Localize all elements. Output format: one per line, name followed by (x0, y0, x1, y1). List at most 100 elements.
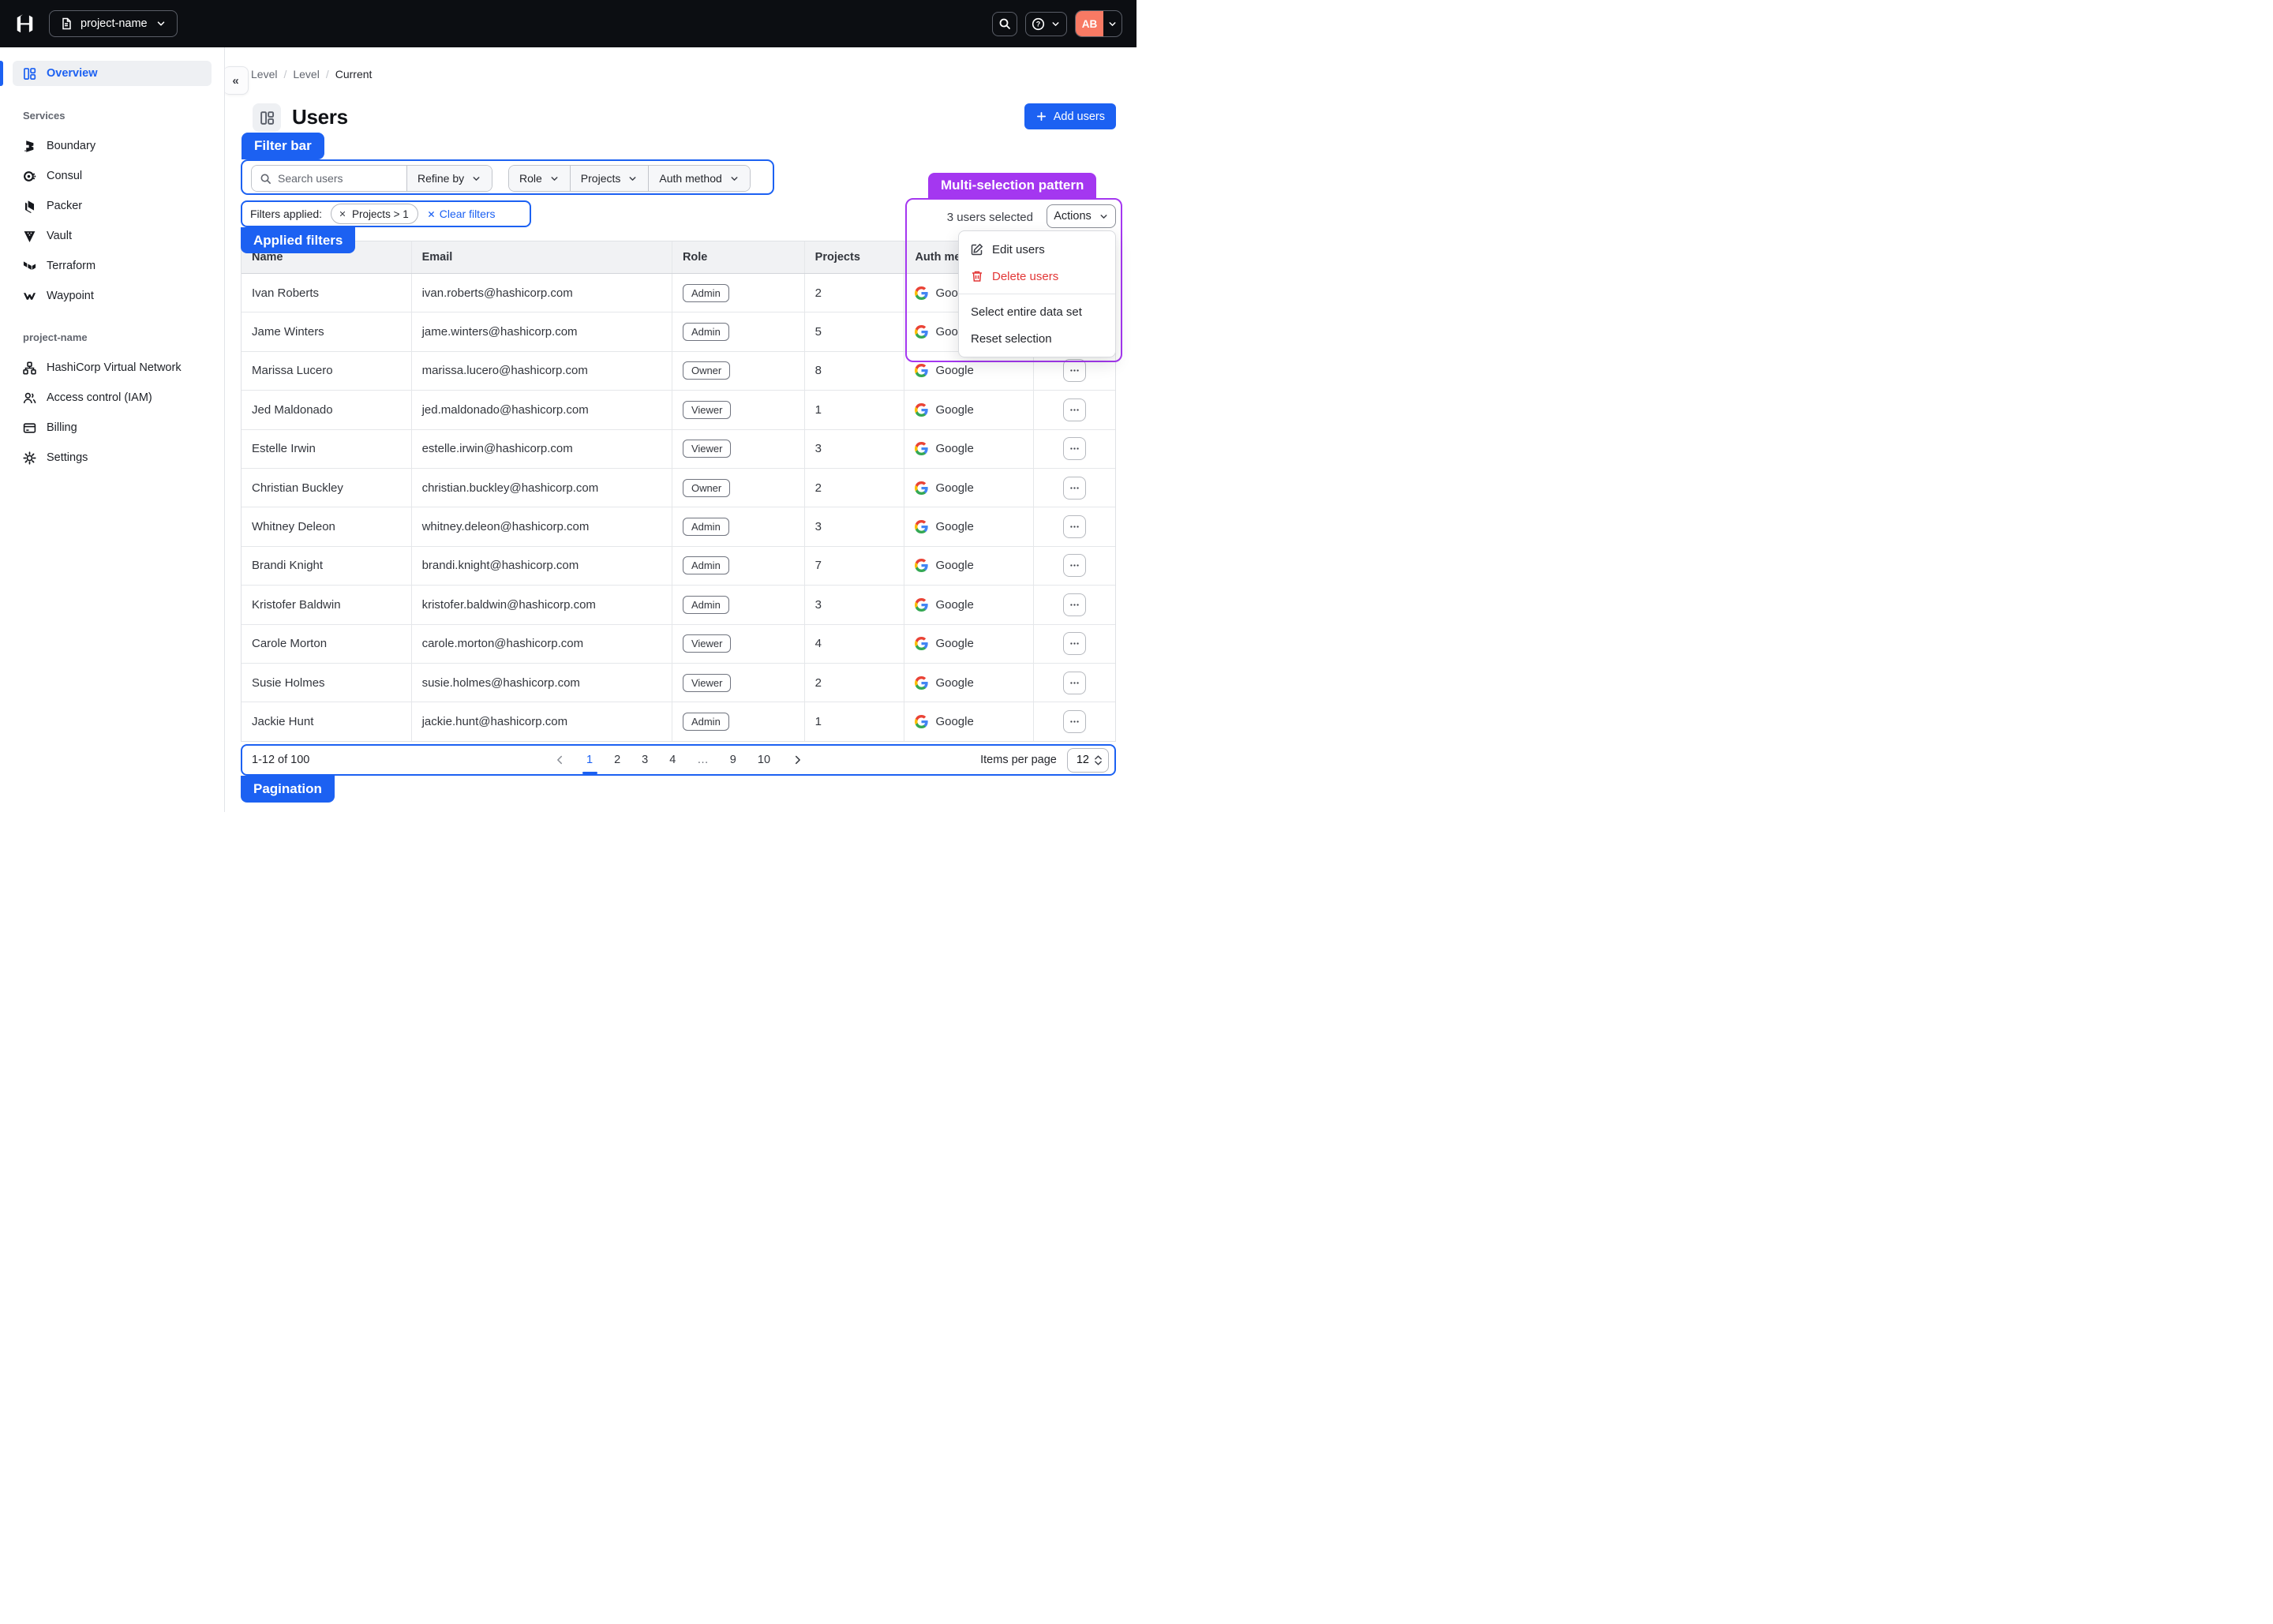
google-icon (915, 481, 928, 495)
ellipsis-icon (1069, 560, 1080, 571)
row-overflow-button[interactable] (1063, 437, 1086, 460)
sidebar-item-hashicorp-virtual-network[interactable]: HashiCorp Virtual Network (13, 353, 212, 383)
page-number-1[interactable]: 1 (586, 754, 593, 766)
sidebar-item-access-control-iam[interactable]: Access control (IAM) (13, 383, 212, 413)
role-badge: Admin (683, 596, 729, 614)
project-selector[interactable]: project-name (49, 10, 178, 37)
projects-count: 2 (805, 274, 905, 312)
auth-method-cell: Google (904, 391, 1034, 428)
items-per-page-stepper[interactable]: 12 (1067, 748, 1109, 773)
role-badge: Viewer (683, 634, 732, 653)
clear-filters-link[interactable]: Clear filters (427, 208, 496, 220)
user-name: Jame Winters (242, 312, 412, 350)
top-nav: project-name ? AB (0, 0, 1136, 47)
row-overflow-button[interactable] (1063, 477, 1086, 500)
next-page-button[interactable] (792, 754, 803, 765)
sidebar-item-billing[interactable]: Billing (13, 413, 212, 443)
auth-method-label: Google (935, 559, 973, 572)
page-number-4[interactable]: 4 (669, 754, 676, 766)
role-badge: Owner (683, 479, 730, 497)
user-email: ivan.roberts@hashicorp.com (412, 274, 672, 312)
filter-chip-projects[interactable]: Projects > 1 (331, 204, 418, 224)
row-actions-cell (1034, 507, 1115, 545)
row-overflow-button[interactable] (1063, 515, 1086, 538)
items-per-page-label: Items per page (980, 754, 1057, 766)
page-number-3[interactable]: 3 (642, 754, 648, 766)
breadcrumb-item[interactable]: Level (251, 68, 277, 80)
active-item-accent (0, 61, 3, 86)
role-cell: Admin (672, 274, 805, 312)
filter-dropdown-role[interactable]: Role (509, 166, 570, 191)
chevron-down-icon (549, 174, 560, 184)
hashicorp-logo-icon (14, 13, 36, 35)
actions-label: Actions (1054, 210, 1092, 223)
breadcrumb-separator: / (283, 68, 286, 80)
terraform-icon (23, 260, 36, 273)
role-badge: Viewer (683, 440, 732, 458)
filters-applied-label: Filters applied: (250, 208, 322, 220)
sidebar-item-boundary[interactable]: Boundary (13, 131, 212, 161)
row-overflow-button[interactable] (1063, 593, 1086, 616)
sidebar-item-settings[interactable]: Settings (13, 443, 212, 473)
table-row: Kristofer Baldwin kristofer.baldwin@hash… (242, 586, 1115, 624)
chevron-down-icon (1050, 19, 1061, 29)
actions-button[interactable]: Actions (1047, 204, 1116, 228)
nav-help-button[interactable]: ? (1025, 12, 1067, 36)
column-header-role: Role (672, 241, 805, 273)
breadcrumb-item-current: Current (335, 68, 373, 80)
projects-count: 1 (805, 391, 905, 428)
table-row: Marissa Lucero marissa.lucero@hashicorp.… (242, 352, 1115, 391)
row-overflow-button[interactable] (1063, 632, 1086, 655)
column-header-projects: Projects (805, 241, 905, 273)
filter-dropdown-auth-method[interactable]: Auth method (648, 166, 749, 191)
breadcrumb-item[interactable]: Level (293, 68, 319, 80)
sidebar-item-consul[interactable]: Consul (13, 161, 212, 191)
pagination-annotation-label: Pagination (241, 776, 335, 803)
filter-chip-label: Projects > 1 (352, 208, 409, 220)
sidebar-item-terraform[interactable]: Terraform (13, 251, 212, 281)
page-title: Users (292, 102, 348, 132)
projects-count: 8 (805, 352, 905, 390)
table-row: Estelle Irwin estelle.irwin@hashicorp.co… (242, 430, 1115, 469)
page-number-2[interactable]: 2 (614, 754, 620, 766)
nav-search-button[interactable] (992, 12, 1017, 36)
previous-page-button[interactable] (554, 754, 565, 765)
row-overflow-button[interactable] (1063, 399, 1086, 421)
row-overflow-button[interactable] (1063, 672, 1086, 694)
menu-item-edit-users[interactable]: Edit users (959, 236, 1115, 263)
applied-filters-row: Filters applied: Projects > 1 Clear filt… (241, 200, 531, 227)
auth-method-cell: Google (904, 352, 1034, 390)
page-number-9[interactable]: 9 (730, 754, 736, 766)
auth-method-label: Google (935, 598, 973, 612)
menu-item-delete-users[interactable]: Delete users (959, 263, 1115, 290)
search-icon (260, 173, 271, 185)
sidebar-item-vault[interactable]: Vault (13, 221, 212, 251)
search-users-input[interactable] (252, 166, 406, 191)
filter-bar-annotation-label: Filter bar (242, 133, 324, 159)
filter-dropdown-projects[interactable]: Projects (570, 166, 649, 191)
row-actions-cell (1034, 391, 1115, 428)
chevron-down-icon (155, 18, 167, 29)
menu-item-reset-selection[interactable]: Reset selection (959, 325, 1115, 352)
refine-by-button[interactable]: Refine by (406, 166, 492, 191)
sidebar-item-packer[interactable]: Packer (13, 191, 212, 221)
sidebar-item-overview[interactable]: Overview (13, 61, 212, 86)
user-email: marissa.lucero@hashicorp.com (412, 352, 672, 390)
billing-icon (23, 421, 36, 435)
auth-method-label: Google (935, 715, 973, 728)
sidebar-collapse-button[interactable]: « (223, 66, 249, 95)
auth-method-cell: Google (904, 586, 1034, 623)
sidebar-item-label: Vault (47, 230, 72, 242)
auth-method-cell: Google (904, 507, 1034, 545)
row-overflow-button[interactable] (1063, 710, 1086, 733)
auth-method-cell: Google (904, 430, 1034, 468)
app-root: project-name ? AB (0, 0, 1136, 812)
add-users-button[interactable]: Add users (1024, 103, 1116, 129)
edit-icon (971, 243, 983, 256)
nav-account-button[interactable]: AB (1075, 10, 1122, 37)
menu-item-select-entire-data-set[interactable]: Select entire data set (959, 298, 1115, 325)
row-overflow-button[interactable] (1063, 554, 1086, 577)
row-overflow-button[interactable] (1063, 359, 1086, 382)
page-number-10[interactable]: 10 (758, 754, 770, 766)
sidebar-item-waypoint[interactable]: Waypoint (13, 281, 212, 311)
